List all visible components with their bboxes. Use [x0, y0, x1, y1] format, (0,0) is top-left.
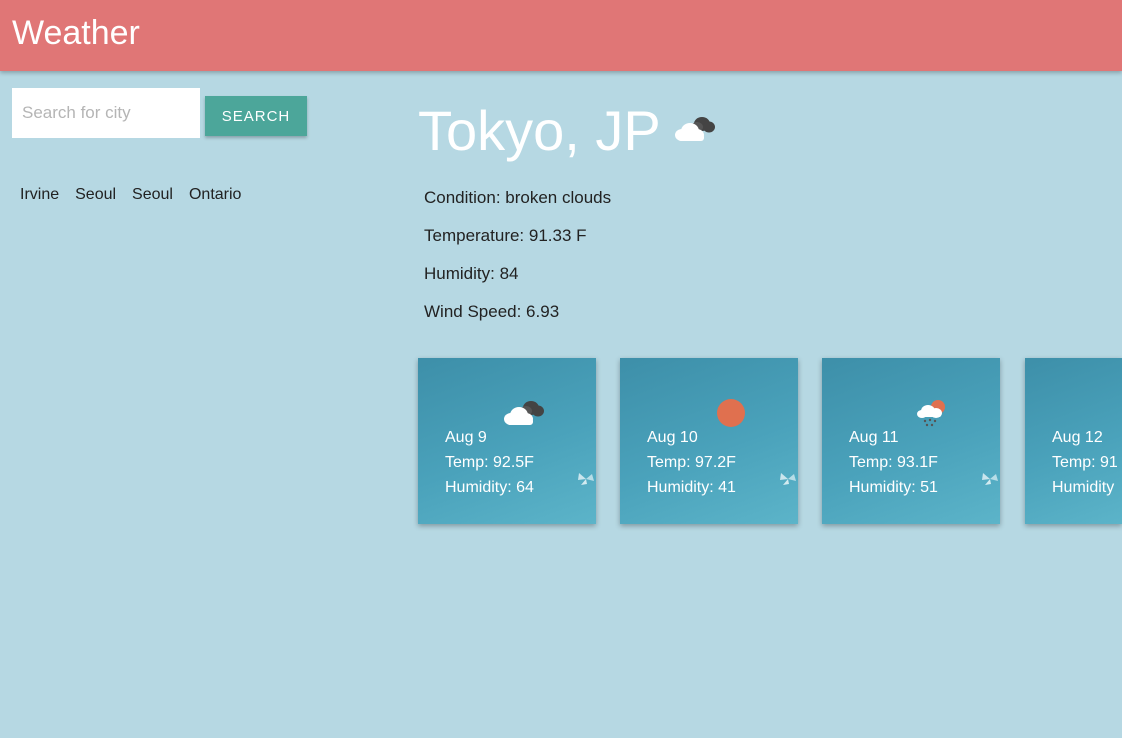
- forecast-humidity: Humidity: 41: [647, 479, 736, 496]
- humidity-text: Humidity: 84: [424, 264, 519, 283]
- search-button[interactable]: SEARCH: [205, 96, 307, 136]
- butterfly-decoration-icon: [980, 470, 1000, 493]
- forecast-humidity: Humidity: 64: [445, 479, 534, 496]
- butterfly-decoration-icon: [778, 470, 798, 493]
- app-title: Weather: [12, 14, 140, 52]
- wind-speed-text: Wind Speed: 6.93: [424, 302, 560, 321]
- forecast-card: Aug 12 Temp: 91 Humidity: [1025, 358, 1122, 524]
- history-item-ontario[interactable]: Ontario: [181, 186, 249, 204]
- forecast-temp: Temp: 91: [1052, 454, 1118, 471]
- forecast-date: Aug 10: [647, 429, 698, 446]
- forecast-temp: Temp: 97.2F: [647, 454, 736, 471]
- forecast-humidity: Humidity: 51: [849, 479, 938, 496]
- broken-clouds-icon: [673, 112, 717, 149]
- current-city-header: Tokyo, JP: [418, 98, 717, 163]
- search-history: Irvine Seoul Seoul Ontario: [12, 186, 249, 204]
- forecast-card: Aug 9 Temp: 92.5F Humidity: 64: [418, 358, 596, 524]
- forecast-date: Aug 11: [849, 429, 899, 446]
- forecast-card: Aug 11 Temp: 93.1F Humidity: 51: [822, 358, 1000, 524]
- forecast-temp: Temp: 93.1F: [849, 454, 938, 471]
- city-name: Tokyo, JP: [418, 99, 661, 162]
- history-item-seoul[interactable]: Seoul: [67, 186, 124, 204]
- history-item-seoul[interactable]: Seoul: [124, 186, 181, 204]
- forecast-text: Aug 10 Temp: 97.2F Humidity: 41: [647, 425, 736, 500]
- history-item-irvine[interactable]: Irvine: [12, 186, 67, 204]
- current-details: Condition: broken clouds Temperature: 91…: [424, 188, 611, 340]
- condition-text: Condition: broken clouds: [424, 188, 612, 207]
- forecast-text: Aug 9 Temp: 92.5F Humidity: 64: [445, 425, 534, 500]
- forecast-card: Aug 10 Temp: 97.2F Humidity: 41: [620, 358, 798, 524]
- temperature-text: Temperature: 91.33 F: [424, 226, 587, 245]
- forecast-text: Aug 12 Temp: 91 Humidity: [1052, 425, 1118, 500]
- forecast-date: Aug 9: [445, 429, 487, 446]
- forecast-humidity: Humidity: [1052, 479, 1115, 496]
- forecast-date: Aug 12: [1052, 429, 1103, 446]
- navbar: Weather: [0, 0, 1122, 71]
- forecast-temp: Temp: 92.5F: [445, 454, 534, 471]
- search-input[interactable]: [12, 88, 200, 138]
- butterfly-decoration-icon: [576, 470, 596, 493]
- forecast-text: Aug 11 Temp: 93.1F Humidity: 51: [849, 425, 938, 500]
